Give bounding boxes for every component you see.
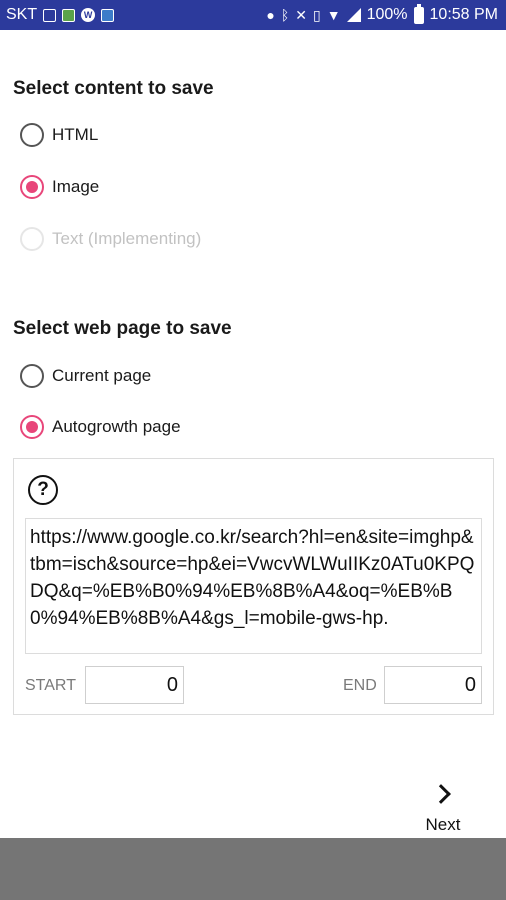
status-bar-right: ● ᛒ ✕ ▯ ▼ 100% 10:58 PM [266, 3, 498, 24]
radio-button[interactable] [20, 175, 44, 199]
status-bar: SKT W ● ᛒ ✕ ▯ ▼ 100% 10:58 PM [0, 0, 506, 30]
vibrate-icon: ▯ [313, 7, 321, 23]
signal-icon [346, 8, 361, 22]
url-field[interactable]: https://www.google.co.kr/search?hl=en&si… [25, 518, 482, 654]
radio-autogrowth-page[interactable]: Autogrowth page [20, 412, 181, 442]
gallery-icon [62, 8, 76, 22]
radio-label: Text (Implementing) [52, 229, 202, 248]
radio-label: Image [52, 177, 100, 196]
location-icon: ● [266, 7, 275, 23]
page-section-title: Select web page to save [13, 318, 232, 339]
chevron-right-icon [431, 784, 451, 804]
radio-label: Current page [52, 366, 152, 385]
image-icon [43, 8, 57, 22]
radio-html[interactable]: HTML [20, 120, 98, 150]
wifi-icon: ▼ [326, 7, 341, 23]
bluetooth-icon: ᛒ [280, 7, 290, 23]
autogrowth-panel: ? https://www.google.co.kr/search?hl=en&… [13, 458, 494, 715]
radio-button[interactable] [20, 364, 44, 388]
battery-percent: 100% [366, 6, 408, 23]
end-label: END [343, 677, 377, 694]
w-app-icon: W [81, 8, 96, 22]
start-input[interactable]: 0 [85, 666, 184, 704]
book-icon [101, 8, 115, 22]
carrier-label: SKT [6, 6, 38, 23]
start-label: START [25, 677, 76, 694]
mute-icon: ✕ [295, 7, 308, 23]
radio-label: HTML [52, 125, 99, 144]
status-bar-left: SKT W [6, 6, 115, 24]
clock: 10:58 PM [429, 6, 498, 23]
radio-button [20, 227, 44, 251]
bottom-bar [0, 838, 506, 900]
content-section-title: Select content to save [13, 78, 214, 99]
radio-image[interactable]: Image [20, 172, 99, 202]
question-circle-icon[interactable]: ? [28, 475, 58, 505]
radio-label: Autogrowth page [52, 417, 181, 436]
radio-button[interactable] [20, 415, 44, 439]
battery-icon [413, 3, 424, 24]
radio-current-page[interactable]: Current page [20, 361, 151, 391]
radio-button[interactable] [20, 123, 44, 147]
radio-text: Text (Implementing) [20, 224, 201, 254]
end-input[interactable]: 0 [384, 666, 482, 704]
next-label: Next [425, 815, 461, 834]
next-button[interactable]: Next [410, 775, 476, 837]
